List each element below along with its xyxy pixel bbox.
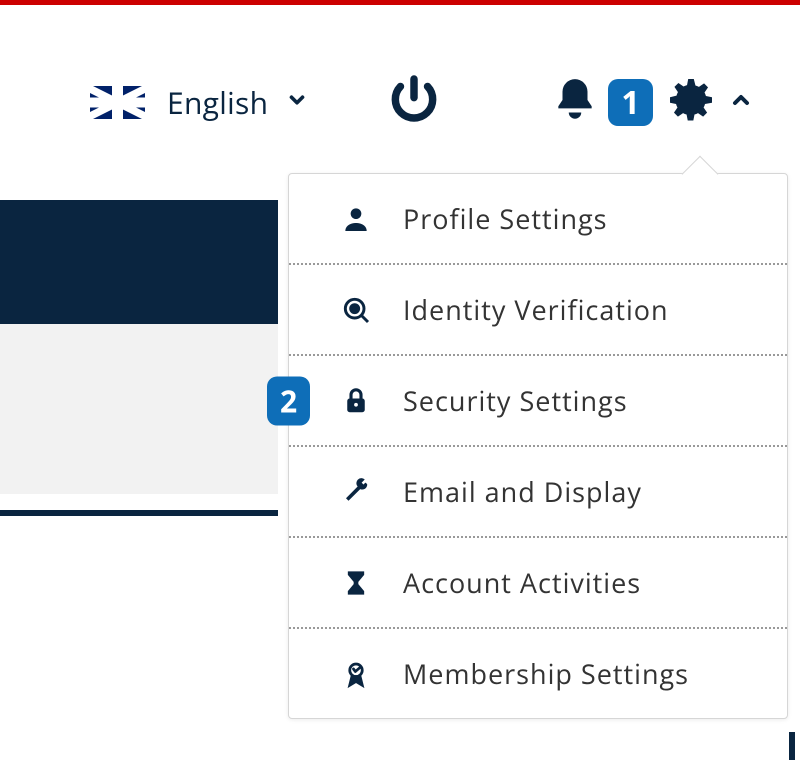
right-edge-marker [789,732,795,760]
menu-item-profile-settings[interactable]: Profile Settings [289,174,787,265]
menu-item-membership-settings[interactable]: Membership Settings [289,629,787,718]
chevron-down-icon[interactable] [286,89,308,116]
uk-flag-icon[interactable] [90,86,145,119]
menu-item-label: Security Settings [403,382,628,419]
step-badge-security: 2 [267,376,310,425]
award-icon [337,659,375,689]
menu-item-label: Identity Verification [403,291,669,328]
menu-item-label: Profile Settings [403,200,608,237]
menu-item-email-and-display[interactable]: Email and Display [289,447,787,538]
header-bar: English 1 [0,5,800,200]
menu-item-label: Email and Display [403,473,642,510]
notification-badge: 1 [608,79,652,126]
user-icon [337,203,375,235]
hourglass-icon [337,569,375,597]
menu-item-label: Membership Settings [403,655,689,692]
chevron-up-icon[interactable] [729,88,753,117]
language-label[interactable]: English [167,82,268,123]
menu-item-account-activities[interactable]: Account Activities [289,538,787,629]
wrench-icon [337,477,375,507]
background-dark-band [0,200,278,324]
identity-search-icon [337,294,375,326]
menu-item-label: Account Activities [403,564,641,601]
notifications-group[interactable]: 1 [550,75,652,130]
gear-icon[interactable] [663,72,719,133]
power-icon[interactable] [386,72,442,133]
menu-item-identity-verification[interactable]: Identity Verification [289,265,787,356]
settings-dropdown: Profile Settings Identity Verification 2… [288,173,788,719]
bell-icon [550,75,600,130]
background-grey-band [0,324,278,494]
divider-dark [0,510,278,516]
menu-item-security-settings[interactable]: 2 Security Settings [289,356,787,447]
lock-icon [337,386,375,416]
